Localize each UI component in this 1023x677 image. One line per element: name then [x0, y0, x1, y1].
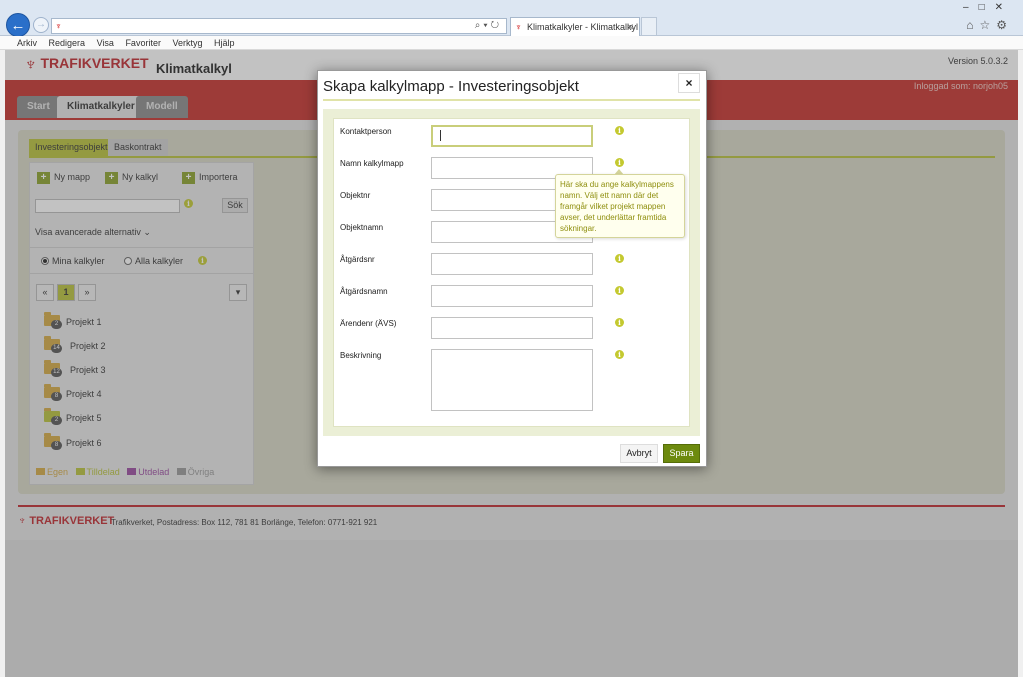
field-help-tooltip: Här ska du ange kalkylmappens namn. Välj… — [555, 174, 685, 238]
label-atgardsnamn: Åtgärdsnamn — [340, 287, 388, 296]
label-objektnr: Objektnr — [340, 191, 371, 200]
address-tools-icon[interactable]: ⌕▾↻ — [475, 20, 502, 31]
label-namn-kalkylmapp: Namn kalkylmapp — [340, 159, 404, 168]
textarea-beskrivning[interactable] — [431, 349, 593, 411]
tab-title: Klimatkalkyler - Klimatkalkyl — [527, 22, 639, 32]
cancel-button[interactable]: Avbryt — [620, 444, 658, 463]
new-tab-button[interactable] — [641, 17, 657, 36]
menu-hjalp[interactable]: Hjälp — [214, 38, 235, 48]
label-objektnamn: Objektnamn — [340, 223, 384, 232]
info-icon[interactable]: i — [615, 254, 624, 263]
menu-verktyg[interactable]: Verktyg — [172, 38, 202, 48]
browser-tools-icons[interactable]: ⌂☆⚙ — [966, 18, 1013, 32]
info-icon[interactable]: i — [615, 286, 624, 295]
dialog-title-underline — [323, 99, 700, 101]
info-icon[interactable]: i — [615, 350, 624, 359]
dialog-title: Skapa kalkylmapp - Investeringsobjekt — [323, 78, 579, 95]
input-arendenr[interactable] — [431, 317, 593, 339]
info-icon[interactable]: i — [615, 158, 624, 167]
label-atgardsnr: Åtgärdsnr — [340, 255, 375, 264]
info-icon[interactable]: i — [615, 126, 624, 135]
menu-favoriter[interactable]: Favoriter — [125, 38, 161, 48]
tab-close-icon[interactable]: ✕ — [626, 18, 634, 36]
close-icon[interactable]: × — [678, 73, 700, 93]
tab-favicon-icon: ♆ — [515, 22, 522, 32]
text-caret — [440, 130, 441, 141]
label-arendenr: Ärendenr (ÄVS) — [340, 319, 397, 328]
save-button[interactable]: Spara — [663, 444, 700, 463]
label-kontaktperson: Kontaktperson — [340, 127, 392, 136]
menu-visa[interactable]: Visa — [97, 38, 114, 48]
window-controls[interactable]: –□✕ — [963, 2, 1013, 13]
back-button-icon[interactable]: ← — [6, 13, 30, 37]
menu-redigera[interactable]: Redigera — [49, 38, 86, 48]
menu-arkiv[interactable]: Arkiv — [17, 38, 37, 48]
input-atgardsnamn[interactable] — [431, 285, 593, 307]
forward-button-icon[interactable]: → — [33, 17, 49, 33]
browser-tab[interactable]: ♆ Klimatkalkyler - Klimatkalkyl ✕ — [510, 17, 640, 36]
input-atgardsnr[interactable] — [431, 253, 593, 275]
address-bar[interactable]: ♆ ⌕▾↻ — [51, 18, 507, 34]
site-favicon-icon: ♆ — [55, 21, 62, 31]
input-kontaktperson[interactable] — [431, 125, 593, 147]
info-icon[interactable]: i — [615, 318, 624, 327]
label-beskrivning: Beskrivning — [340, 351, 382, 360]
menu-bar: Arkiv Redigera Visa Favoriter Verktyg Hj… — [0, 36, 1023, 50]
